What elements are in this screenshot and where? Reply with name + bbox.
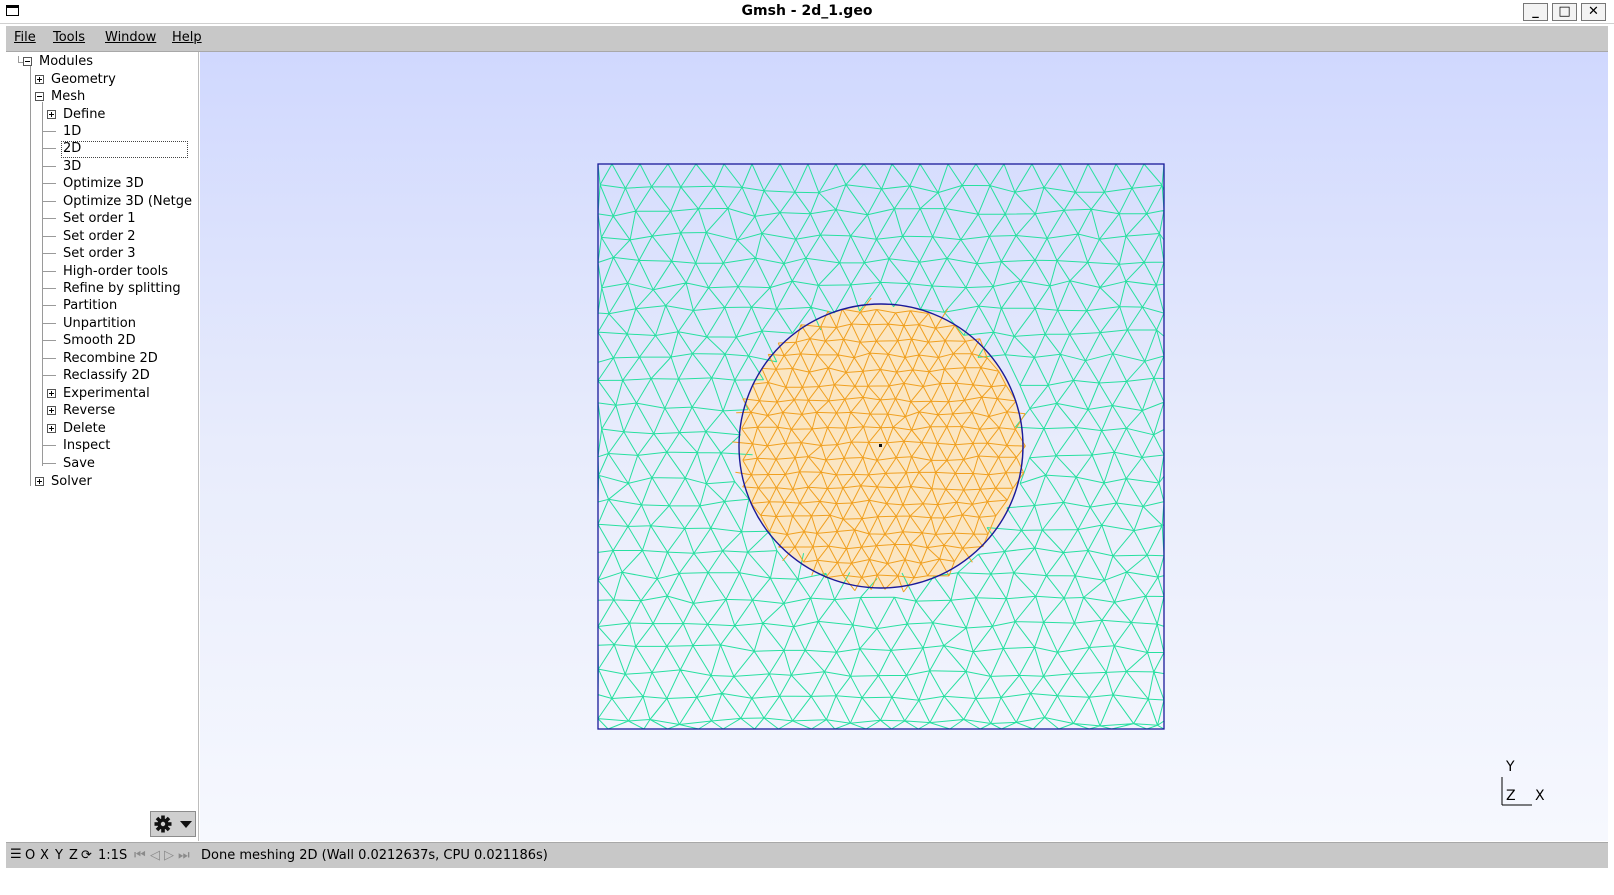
expand-icon[interactable] [47, 406, 56, 416]
menu-file[interactable]: File [14, 30, 36, 45]
play-icon[interactable]: ▷ [164, 848, 174, 863]
tree-selection-focus [61, 141, 188, 158]
menu-window-label: Window [105, 30, 157, 45]
tree-connector [42, 102, 43, 466]
tree-connector [42, 270, 56, 272]
tree-item-mesh-delete[interactable]: Delete [63, 420, 193, 437]
tree-item-mesh-save[interactable]: Save [63, 455, 193, 472]
tree-item-mesh-set-order-1[interactable]: Set order 1 [63, 210, 193, 227]
tree-connector [42, 148, 56, 150]
menu-help[interactable]: Help [172, 30, 202, 45]
tree-item-mesh-experimental[interactable]: Experimental [63, 385, 193, 402]
view-z-button[interactable]: Z [69, 848, 78, 863]
menu-tools[interactable]: Tools [53, 30, 85, 45]
tree-connector [42, 375, 56, 377]
tree-connector [42, 165, 56, 167]
view-y-button[interactable]: Y [55, 848, 63, 863]
collapse-icon[interactable] [35, 92, 44, 101]
tree-item-mesh-define[interactable]: Define [63, 106, 193, 123]
tree-item-mesh-optimize-3d-netgen[interactable]: Optimize 3D (Netgen) [63, 193, 193, 210]
tree-item-mesh-optimize-3d[interactable]: Optimize 3D [63, 175, 193, 192]
tree-item-solver[interactable]: Solver [51, 473, 92, 490]
minimize-button[interactable]: _ [1523, 3, 1548, 21]
tree-connector [42, 130, 56, 132]
expand-icon[interactable] [47, 423, 56, 433]
tree-connector [42, 183, 56, 185]
expand-icon[interactable] [47, 109, 56, 119]
mesh-view [597, 163, 1165, 730]
window-edge [1608, 26, 1614, 868]
tree-item-mesh-set-order-3[interactable]: Set order 3 [63, 245, 193, 262]
tree-connector [18, 62, 23, 63]
tree-item-mesh-set-order-2[interactable]: Set order 2 [63, 228, 193, 245]
maximize-button[interactable]: □ [1552, 3, 1577, 21]
menu-file-label: File [14, 30, 36, 45]
view-origin-button[interactable]: O [25, 848, 35, 863]
hamburger-icon[interactable]: ☰ [10, 847, 22, 862]
window-title: Gmsh - 2d_1.geo [741, 3, 873, 19]
tree-connector [42, 340, 56, 342]
graphic-window[interactable]: Y Z X [200, 52, 1608, 841]
tree-connector [42, 322, 56, 324]
close-button[interactable]: ✕ [1581, 3, 1606, 21]
tree-item-mesh-3d[interactable]: 3D [63, 158, 193, 175]
tree-item-mesh-refine-by-splitting[interactable]: Refine by splitting [63, 280, 193, 297]
gear-menu-button[interactable] [150, 811, 196, 837]
module-tree[interactable]: Modules Geometry Mesh Define 1D 2D 3D Optimize … [6, 52, 199, 841]
tree-item-mesh-1d[interactable]: 1D [63, 123, 193, 140]
menu-window[interactable]: Window [105, 30, 156, 45]
view-x-button[interactable]: X [40, 848, 49, 863]
expand-icon[interactable] [35, 75, 44, 84]
tree-connector [42, 305, 56, 307]
menu-help-label: Help [172, 30, 202, 45]
axis-x-label: X [1535, 788, 1545, 804]
expand-icon[interactable] [35, 477, 44, 486]
axis-z-label: Z [1506, 788, 1516, 804]
tree-item-mesh-unpartition[interactable]: Unpartition [63, 315, 193, 332]
tree-connector [42, 200, 56, 202]
first-frame-icon[interactable]: ⏮ [134, 848, 146, 863]
axes-indicator: Y Z X [1496, 757, 1596, 817]
tree-connector [42, 253, 56, 255]
axis-y-label: Y [1506, 759, 1515, 775]
rotate-icon[interactable]: ⟳ [81, 848, 92, 863]
snap-s-button[interactable]: S [119, 848, 127, 863]
last-frame-icon[interactable]: ⏭ [178, 848, 190, 863]
center-point [879, 444, 882, 447]
status-bar: ☰ O X Y Z ⟳ 1:1 S ⏮ ◁ ▷ ⏭ Done meshing 2… [6, 842, 1608, 868]
tree-item-mesh-smooth-2d[interactable]: Smooth 2D [63, 332, 193, 349]
status-message: Done meshing 2D (Wall 0.0212637s, CPU 0.… [201, 848, 548, 863]
menu-tools-label: Tools [53, 30, 86, 45]
collapse-icon[interactable] [23, 57, 32, 66]
tree-connector [42, 288, 56, 289]
previous-frame-icon[interactable]: ◁ [150, 848, 160, 863]
menu-bar: File Tools Window Help [6, 26, 1608, 52]
expand-icon[interactable] [47, 388, 56, 398]
tree-item-mesh-partition[interactable]: Partition [63, 297, 193, 314]
tree-connector [42, 218, 56, 220]
tree-item-mesh-recombine-2d[interactable]: Recombine 2D [63, 350, 193, 367]
title-bar: Gmsh - 2d_1.geo _ □ ✕ [0, 0, 1614, 24]
tree-item-modules[interactable]: Modules [39, 53, 93, 70]
tree-connector [42, 235, 56, 237]
tree-connector [42, 357, 56, 359]
tree-item-geometry[interactable]: Geometry [51, 71, 116, 88]
tree-item-mesh[interactable]: Mesh [51, 88, 85, 105]
gear-icon [154, 815, 192, 833]
tree-connector [42, 445, 56, 447]
tree-item-mesh-reclassify-2d[interactable]: Reclassify 2D [63, 367, 193, 384]
tree-item-mesh-reverse[interactable]: Reverse [63, 402, 193, 419]
tree-item-mesh-inspect[interactable]: Inspect [63, 437, 193, 454]
tree-connector [30, 66, 31, 486]
tree-item-mesh-high-order-tools[interactable]: High-order tools [63, 263, 193, 280]
scale-button[interactable]: 1:1 [98, 848, 119, 863]
chevron-down-icon [180, 821, 192, 828]
tree-connector [42, 462, 56, 464]
